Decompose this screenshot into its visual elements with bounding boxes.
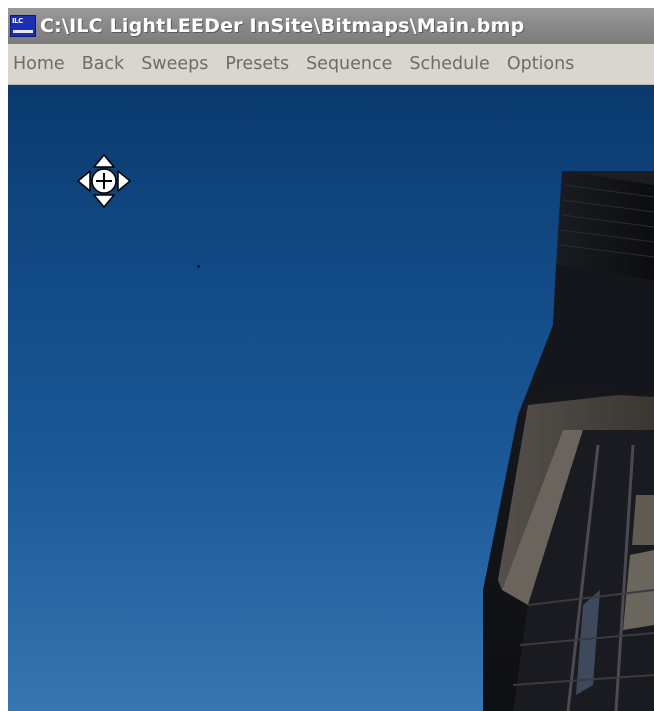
app-window: ILC C:\ILC LightLEEDer InSite\Bitmaps\Ma… xyxy=(8,8,654,711)
menu-home[interactable]: Home xyxy=(8,54,70,74)
menu-sequence[interactable]: Sequence xyxy=(301,54,397,74)
app-icon-text: ILC xyxy=(12,17,23,25)
app-icon[interactable]: ILC xyxy=(10,15,36,37)
menu-sweeps[interactable]: Sweeps xyxy=(136,54,213,74)
menu-schedule[interactable]: Schedule xyxy=(404,54,494,74)
menu-back[interactable]: Back xyxy=(77,54,130,74)
title-bar[interactable]: ILC C:\ILC LightLEEDer InSite\Bitmaps\Ma… xyxy=(8,8,654,44)
window-title: C:\ILC LightLEEDer InSite\Bitmaps\Main.b… xyxy=(40,15,525,37)
move-pan-icon[interactable] xyxy=(74,151,134,211)
menu-bar: Home Back Sweeps Presets Sequence Schedu… xyxy=(8,44,654,85)
menu-options[interactable]: Options xyxy=(502,54,580,74)
bitmap-viewport[interactable] xyxy=(8,85,654,711)
app-icon-stripe xyxy=(13,30,33,33)
menu-presets[interactable]: Presets xyxy=(220,54,294,74)
sky-speck xyxy=(197,265,200,268)
